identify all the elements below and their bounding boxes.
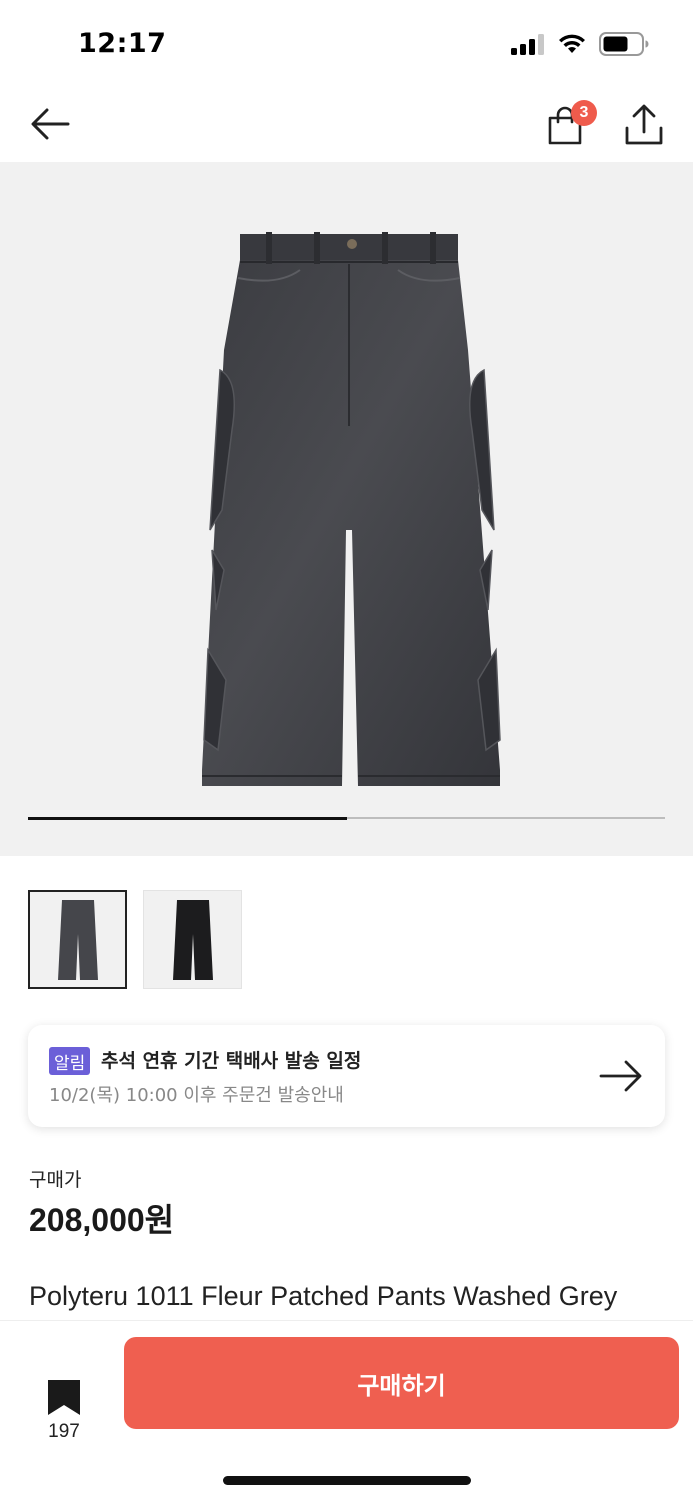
thumbnail-image-black: [172, 899, 213, 980]
thumbnail-1[interactable]: [28, 890, 127, 989]
thumbnail-list: [28, 890, 242, 989]
wifi-icon: [559, 34, 585, 53]
bookmark-icon: [48, 1380, 80, 1415]
home-indicator: [223, 1476, 471, 1485]
cart-button[interactable]: 3: [544, 100, 600, 146]
product-image: [202, 232, 501, 786]
share-icon[interactable]: [622, 102, 666, 148]
buy-button[interactable]: 구매하기: [124, 1337, 679, 1429]
gallery-progress-bar: [28, 816, 665, 820]
back-arrow-icon[interactable]: [28, 104, 72, 144]
bookmark-count: 197: [48, 1421, 80, 1442]
price-label: 구매가: [29, 1169, 82, 1191]
status-bar: 12:17: [0, 0, 693, 90]
price-value: 208,000원: [29, 1202, 175, 1238]
nav-bar: 3: [0, 90, 693, 162]
thumbnail-2[interactable]: [143, 890, 242, 989]
product-name: Polyteru 1011 Fleur Patched Pants Washed…: [29, 1281, 618, 1320]
thumbnail-image-washed-grey: [57, 899, 98, 980]
product-image-gallery[interactable]: [0, 162, 693, 856]
bookmark-button[interactable]: 197: [40, 1377, 88, 1447]
status-time: 12:17: [78, 28, 167, 59]
cellular-signal-icon: [511, 34, 544, 55]
gallery-progress-fill: [28, 816, 347, 820]
status-icons: [511, 32, 649, 56]
notice-banner[interactable]: 알림 추석 연휴 기간 택배사 발송 일정 10/2(목) 10:00 이후 주…: [28, 1025, 665, 1127]
battery-icon: [599, 32, 649, 56]
arrow-right-icon: [599, 1060, 642, 1092]
notice-title: 추석 연휴 기간 택배사 발송 일정: [101, 1050, 362, 1072]
notice-badge: 알림: [49, 1047, 91, 1075]
cart-count-badge: 3: [571, 100, 597, 126]
bottom-action-bar: 197 구매하기: [0, 1320, 693, 1500]
notice-subtitle: 10/2(목) 10:00 이후 주문건 발송안내: [49, 1085, 344, 1106]
